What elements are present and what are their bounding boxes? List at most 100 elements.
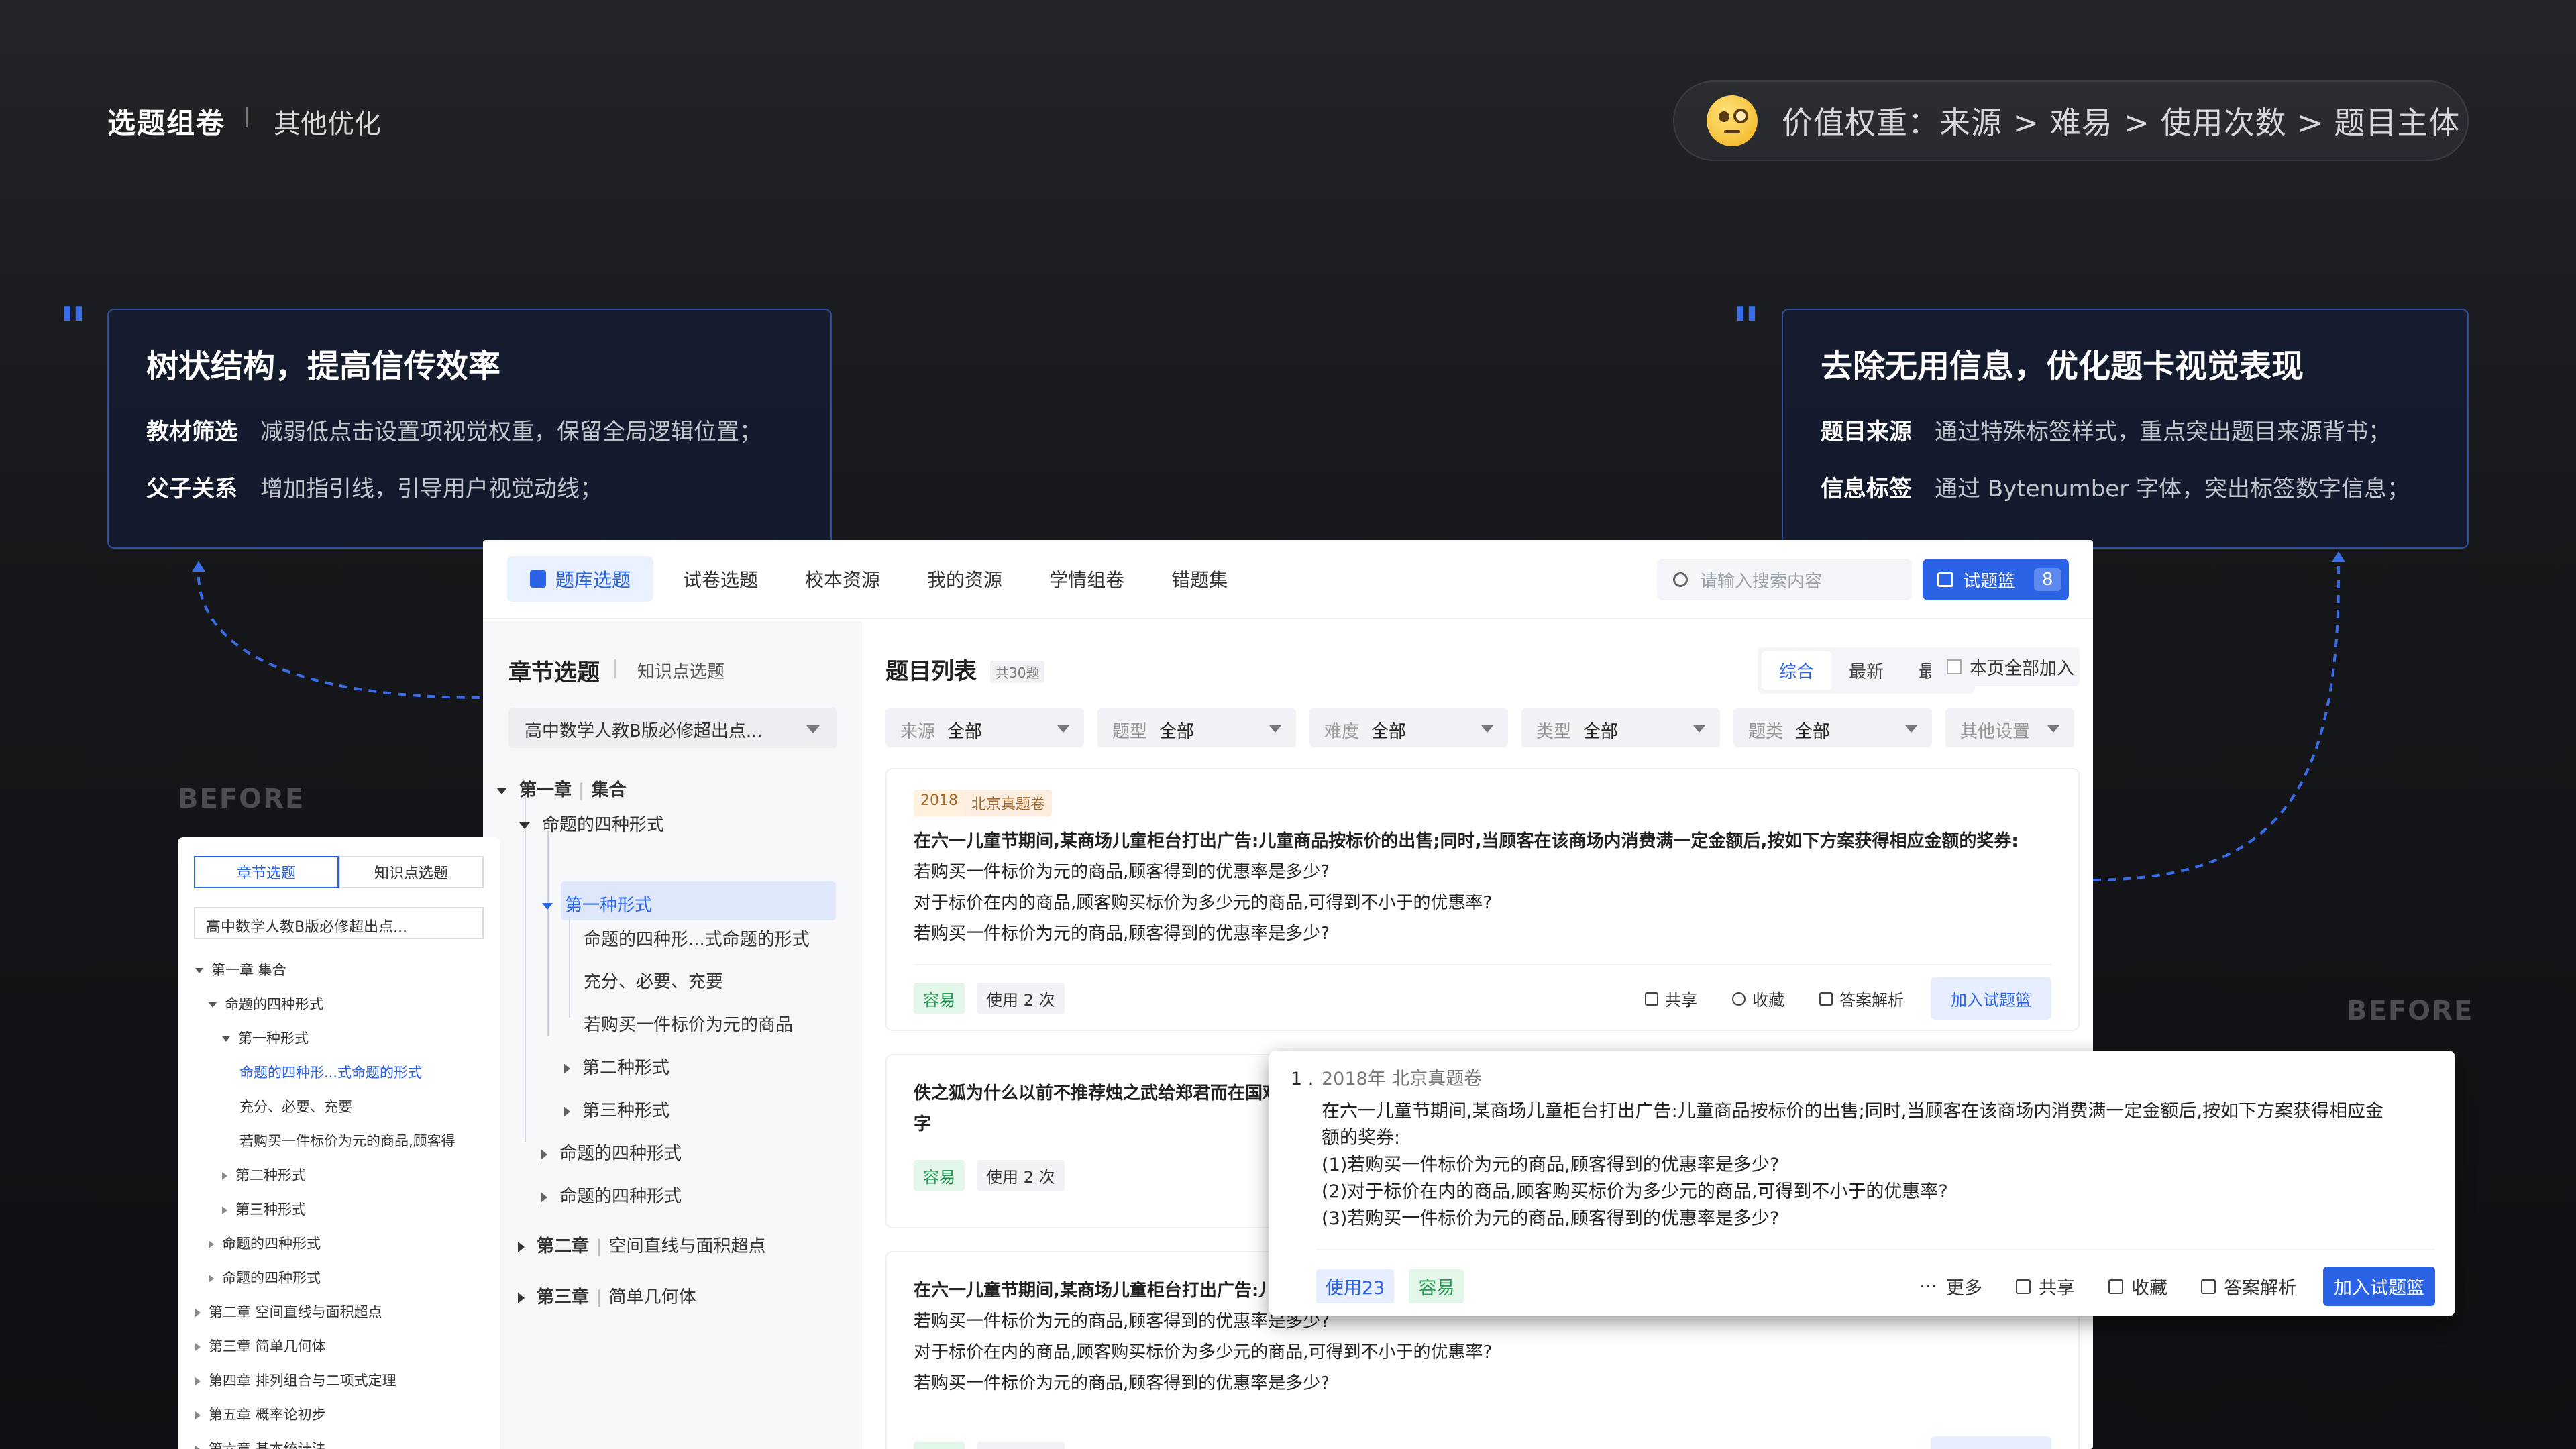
difficulty-badge: 容易 xyxy=(914,1160,965,1191)
document-icon xyxy=(2201,1279,2216,1294)
question-meta: 2018年 北京真题卷 xyxy=(1322,1069,1483,1089)
tree-item[interactable]: 第二种形式 xyxy=(564,1054,669,1079)
tab-chapter[interactable]: 章节选题 xyxy=(194,856,339,888)
tree-item[interactable]: 第一种形式 xyxy=(222,1028,309,1048)
question-line: 对于标价在内的商品,顾客购买标价为多少元的商品,可得到不小于的优惠率? xyxy=(914,1342,1493,1362)
question-line: 若购买一件标价为元的商品,顾客得到的优惠率是多少? xyxy=(914,862,1330,882)
before-label: BEFORE xyxy=(178,784,305,814)
answer-button[interactable]: 答案解析 xyxy=(1819,987,1904,1010)
search-input[interactable]: 请输入搜索内容 xyxy=(1657,559,1912,600)
tree-item[interactable]: 命题的四种形式 xyxy=(209,1267,321,1287)
add-to-basket-button[interactable]: 加入试题篮 xyxy=(2323,1267,2435,1306)
checkbox-icon xyxy=(1947,659,1962,674)
chevron-down-icon xyxy=(1269,725,1281,733)
tab-school-resources[interactable]: 校本资源 xyxy=(805,566,880,592)
add-all-checkbox[interactable]: 本页全部加入 xyxy=(1931,647,2080,686)
tab-knowledge[interactable]: 知识点选题 xyxy=(339,856,484,888)
question-card: 2018 北京真题卷 在六一儿童节期间,某商场儿童柜台打出广告:儿童商品按标价的出… xyxy=(885,768,2080,1031)
tree-item[interactable]: 第三章 简单几何体 xyxy=(195,1336,326,1356)
chevron-down-icon xyxy=(1905,725,1917,733)
tab-knowledge[interactable]: 知识点选题 xyxy=(637,658,724,683)
top-nav: 题库选题 试卷选题 校本资源 我的资源 学情组卷 错题集 请输入搜索内容 试题篮… xyxy=(483,540,2093,619)
usage-badge: 使用 2 次 xyxy=(977,1442,1065,1449)
share-button[interactable]: 共享 xyxy=(1645,987,1697,1010)
filter-other-settings[interactable]: 其他设置 xyxy=(1945,708,2074,747)
heart-icon xyxy=(1732,991,1746,1006)
question-line: (3)若购买一件标价为元的商品,顾客得到的优惠率是多少? xyxy=(1322,1208,1780,1229)
tree-item[interactable]: 命题的四种形式 xyxy=(541,1140,682,1165)
textbook-select[interactable]: 高中数学人教B版必修超出点... xyxy=(508,708,837,748)
question-number: 1 . xyxy=(1291,1069,1314,1089)
share-icon xyxy=(2016,1279,2031,1294)
book-icon xyxy=(530,570,546,588)
sort-overall[interactable]: 综合 xyxy=(1762,651,1832,690)
tree-item[interactable]: 命题的四种形式 xyxy=(209,994,323,1014)
tree-item[interactable]: 第一章 | 集合 xyxy=(496,776,627,801)
tab-mistakes[interactable]: 错题集 xyxy=(1171,566,1228,592)
more-button[interactable]: ··· 更多 xyxy=(1919,1273,1982,1299)
tab-question-bank[interactable]: 题库选题 xyxy=(507,556,654,602)
question-footer: 使用23 容易 ··· 更多 共享 收藏 答案解析 加入试题篮 xyxy=(1316,1267,2435,1306)
filter-source[interactable]: 来源 全部 xyxy=(885,708,1084,747)
favorite-button[interactable]: 收藏 xyxy=(2108,1273,2167,1299)
tree-item-active[interactable]: 第一种形式 xyxy=(542,892,652,916)
question-line: 若购买一件标价为元的商品,顾客得到的优惠率是多少? xyxy=(914,924,1330,944)
share-button[interactable]: 共享 xyxy=(2016,1273,2075,1299)
favorite-button[interactable]: 收藏 xyxy=(1732,987,1784,1010)
tree-item[interactable]: 命题的四种形式 xyxy=(519,811,664,836)
usage-badge: 使用 2 次 xyxy=(977,1160,1065,1191)
source-tag: 2018 北京真题卷 xyxy=(914,790,1053,816)
before-sidebar: 章节选题 知识点选题 高中数学人教B版必修超出点... 第一章 集合 命题的四种… xyxy=(178,837,500,1449)
filter-type[interactable]: 题型 全部 xyxy=(1097,708,1296,747)
tab-paper-select[interactable]: 试卷选题 xyxy=(683,566,758,592)
tree-item[interactable]: 命题的四种形...式命题的形式 xyxy=(584,926,810,951)
tree-item[interactable]: 第三章 | 简单几何体 xyxy=(518,1283,696,1308)
basket-icon xyxy=(1937,572,1953,587)
chevron-down-icon xyxy=(2047,725,2059,733)
tree-item[interactable]: 第二章 空间直线与面积超点 xyxy=(195,1301,382,1322)
difficulty-badge: 容易 xyxy=(914,1442,965,1449)
tree-item[interactable]: 第二种形式 xyxy=(222,1165,306,1185)
tree-item[interactable]: 第一章 集合 xyxy=(195,959,286,979)
filter-bar: 来源 全部 题型 全部 难度 全部 类型 全部 题类 全部 其他设置 xyxy=(885,708,2088,747)
textbook-select[interactable]: 高中数学人教B版必修超出点... xyxy=(194,907,484,939)
add-to-basket-button[interactable]: 加入试题篮 xyxy=(1931,1436,2051,1449)
favorite-button[interactable]: 收藏 xyxy=(1732,1446,1784,1449)
tree-item[interactable]: 第四章 排列组合与二项式定理 xyxy=(195,1370,396,1390)
question-basket-button[interactable]: 试题篮 8 xyxy=(1923,559,2069,600)
answer-button[interactable]: 答案解析 xyxy=(1819,1446,1904,1449)
basket-count: 8 xyxy=(2034,568,2061,591)
tree-item[interactable]: 第二章 | 空间直线与面积超点 xyxy=(518,1232,766,1257)
star-icon xyxy=(2108,1279,2123,1294)
filter-difficulty[interactable]: 难度 全部 xyxy=(1309,708,1508,747)
tree-item[interactable]: 第五章 概率论初步 xyxy=(195,1404,326,1424)
tab-chapter[interactable]: 章节选题 xyxy=(508,654,600,687)
question-stem: 在六一儿童节期间,某商场儿童柜台打出广告:儿童商品按标价的出售;同时,当顾客在该… xyxy=(914,831,2019,851)
tree-item[interactable]: 第三种形式 xyxy=(222,1199,306,1219)
document-icon xyxy=(1819,991,1833,1006)
tree-item[interactable]: 第六章 基本统计法 xyxy=(195,1438,326,1449)
search-icon xyxy=(1673,572,1688,587)
tree-item-active[interactable]: 命题的四种形...式命题的形式 xyxy=(239,1062,422,1082)
answer-button[interactable]: 答案解析 xyxy=(2201,1273,2296,1299)
difficulty-badge: 容易 xyxy=(914,983,965,1014)
tree-item[interactable]: 充分、必要、充要 xyxy=(584,968,723,993)
tree-item[interactable]: 第三种形式 xyxy=(564,1097,669,1122)
tree-item[interactable]: 若购买一件标价为元的商品,顾客得 xyxy=(239,1130,455,1150)
tree-item[interactable]: 命题的四种形式 xyxy=(209,1233,321,1253)
sidebar: 章节选题 知识点选题 高中数学人教B版必修超出点... 第一章 | 集合 命题的四种… xyxy=(483,621,862,1449)
tab-learning-assembly[interactable]: 学情组卷 xyxy=(1049,566,1124,592)
usage-badge: 使用23 xyxy=(1316,1269,1395,1303)
sort-newest[interactable]: 最新 xyxy=(1831,651,1901,690)
difficulty-badge: 容易 xyxy=(1409,1269,1464,1303)
tab-my-resources[interactable]: 我的资源 xyxy=(927,566,1002,592)
filter-category[interactable]: 类型 全部 xyxy=(1521,708,1720,747)
share-button[interactable]: 共享 xyxy=(1645,1446,1697,1449)
tree-item[interactable]: 充分、必要、充要 xyxy=(239,1096,352,1116)
filter-kind[interactable]: 题类 全部 xyxy=(1733,708,1932,747)
add-to-basket-button[interactable]: 加入试题篮 xyxy=(1931,977,2051,1020)
tree-item[interactable]: 命题的四种形式 xyxy=(541,1183,682,1208)
question-footer: 容易 使用 2 次 共享 收藏 答案解析 加入试题篮 xyxy=(914,1436,2051,1449)
tree-item[interactable]: 若购买一件标价为元的商品 xyxy=(584,1011,793,1036)
question-line: 若购买一件标价为元的商品,顾客得到的优惠率是多少? xyxy=(914,1373,1330,1393)
